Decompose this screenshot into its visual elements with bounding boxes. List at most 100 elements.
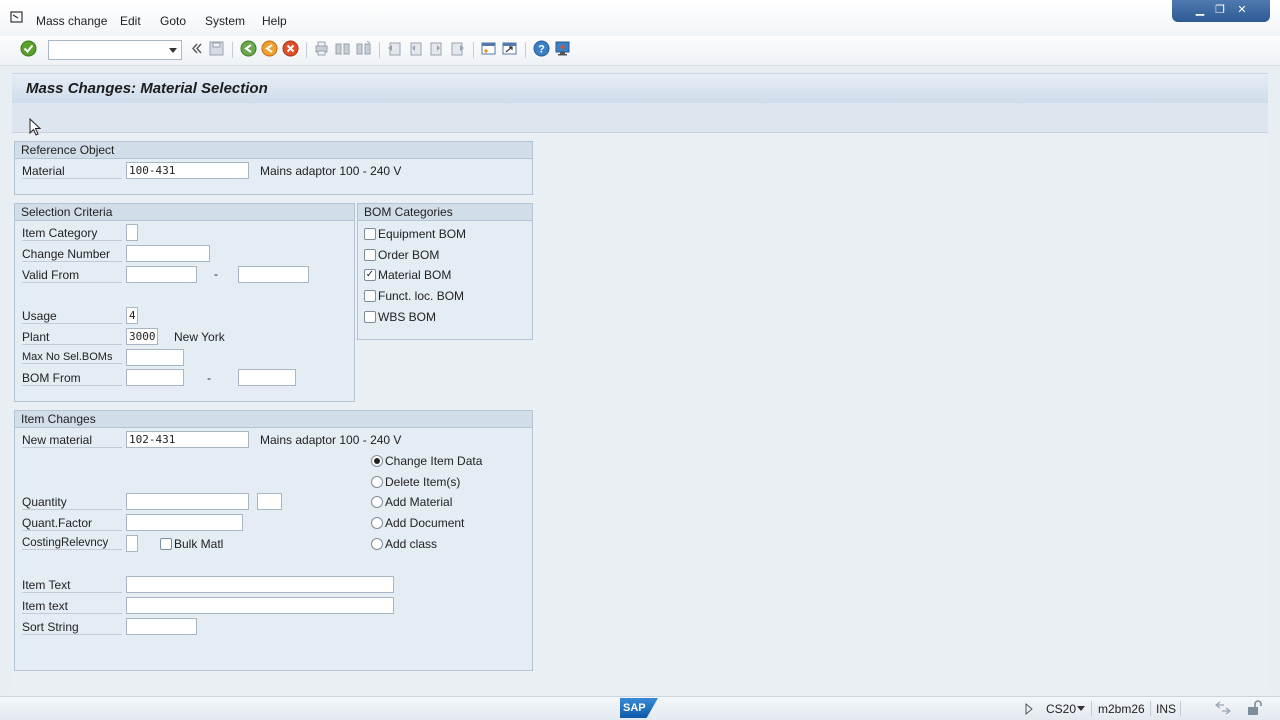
toolbar-separator [473,42,474,58]
change-number-field[interactable] [126,245,210,262]
first-page-icon[interactable] [386,40,403,57]
plant-field[interactable]: 3000 [126,328,158,345]
toolbar-separator [525,42,526,58]
shortcut-icon[interactable] [501,40,518,57]
menu-toggle-icon[interactable] [10,11,24,23]
material-bom-label: Material BOM [378,268,452,282]
change-number-label: Change Number [22,247,122,262]
status-separator [1091,701,1092,716]
find-next-icon[interactable] [355,40,372,57]
menu-mass-change[interactable]: Mass change [36,14,107,28]
valid-from-field[interactable] [126,266,197,283]
back-icon[interactable] [240,40,257,57]
range-dash: - [214,267,218,281]
next-page-icon[interactable] [428,40,445,57]
funct-loc-bom-checkbox[interactable] [364,290,376,302]
material-bom-checkbox[interactable]: ✓ [364,269,376,281]
bom-to-field[interactable] [238,369,296,386]
item-text-field[interactable] [126,576,394,593]
group-heading: Item Changes [15,411,532,428]
menu-goto[interactable]: Goto [160,14,186,28]
add-material-radio[interactable] [371,496,383,508]
menu-system[interactable]: System [205,14,245,28]
max-no-sel-boms-field[interactable] [126,349,184,366]
item-text-label: Item Text [22,578,122,593]
close-icon[interactable]: ✕ [1234,3,1250,17]
bom-from-field[interactable] [126,369,184,386]
minimize-icon[interactable]: ▁ [1192,3,1208,17]
create-session-icon[interactable] [480,40,497,57]
max-no-sel-boms-label: Max No Sel.BOMs [22,351,122,364]
change-item-data-radio[interactable] [371,455,383,467]
new-material-field[interactable]: 102-431 [126,431,249,448]
enter-icon[interactable] [20,40,37,57]
delete-items-radio[interactable] [371,476,383,488]
menu-edit[interactable]: Edit [120,14,141,28]
chevron-down-icon[interactable] [169,48,177,53]
menu-help[interactable]: Help [262,14,287,28]
restore-icon[interactable]: ❐ [1212,3,1228,17]
play-icon[interactable] [1024,703,1034,715]
material-field[interactable]: 100-431 [126,162,249,179]
costing-relevancy-field[interactable] [126,535,138,552]
equipment-bom-label: Equipment BOM [378,227,467,241]
back-double-icon[interactable] [188,40,205,57]
equipment-bom-checkbox[interactable] [364,228,376,240]
material-label: Material [22,164,122,179]
find-icon[interactable] [334,40,351,57]
add-document-label: Add Document [385,516,465,530]
insert-mode: INS [1156,702,1177,716]
lock-icon[interactable] [1246,700,1262,716]
plant-label: Plant [22,330,122,345]
print-icon[interactable] [313,40,330,57]
status-separator [1180,701,1181,716]
item-category-field[interactable] [126,224,138,241]
delete-items-label: Delete Item(s) [385,475,461,489]
item-text-2-field[interactable] [126,597,394,614]
add-class-radio[interactable] [371,538,383,550]
new-material-description: Mains adaptor 100 - 240 V [260,433,402,447]
group-heading: Reference Object [15,142,532,159]
toolbar-separator [306,42,307,58]
application-toolbar [12,103,1268,133]
quant-factor-field[interactable] [126,514,243,531]
toolbar-separator [232,42,233,58]
menu-bar: Mass change Edit Goto System Help ▁ ❐ ✕ [0,0,1280,36]
help-icon[interactable]: ? [533,40,550,57]
customize-layout-icon[interactable] [554,40,571,57]
chevron-down-icon[interactable] [1077,706,1085,711]
sort-string-field[interactable] [126,618,197,635]
last-page-icon[interactable] [449,40,466,57]
usage-field[interactable]: 4 [126,307,138,324]
item-text-2-label: Item text [22,599,122,614]
quantity-label: Quantity [22,495,122,510]
valid-to-field[interactable] [238,266,309,283]
quantity-field[interactable] [126,493,249,510]
quantity-unit-field[interactable] [257,493,282,510]
page-title: Mass Changes: Material Selection [26,80,268,97]
valid-from-label: Valid From [22,268,122,283]
bulk-material-checkbox[interactable] [160,538,172,550]
order-bom-checkbox[interactable] [364,249,376,261]
exit-icon[interactable] [261,40,278,57]
add-document-radio[interactable] [371,517,383,529]
quant-factor-label: Quant.Factor [22,516,122,531]
status-separator [1150,701,1151,716]
command-field[interactable] [48,40,182,60]
previous-page-icon[interactable] [407,40,424,57]
cancel-icon[interactable] [282,40,299,57]
wbs-bom-label: WBS BOM [378,310,437,324]
wbs-bom-checkbox[interactable] [364,311,376,323]
mouse-cursor-icon [29,118,41,136]
save-icon[interactable] [208,40,225,57]
group-heading: Selection Criteria [15,204,354,221]
funct-loc-bom-label: Funct. loc. BOM [378,289,465,303]
material-description: Mains adaptor 100 - 240 V [260,164,402,178]
bom-from-label: BOM From [22,371,122,386]
add-material-label: Add Material [385,495,453,509]
new-material-label: New material [22,433,122,448]
costing-relevancy-label: CostingRelevncy [22,537,122,550]
toolbar-separator [379,42,380,58]
item-category-label: Item Category [22,226,122,241]
status-info-icon[interactable] [1214,701,1232,715]
